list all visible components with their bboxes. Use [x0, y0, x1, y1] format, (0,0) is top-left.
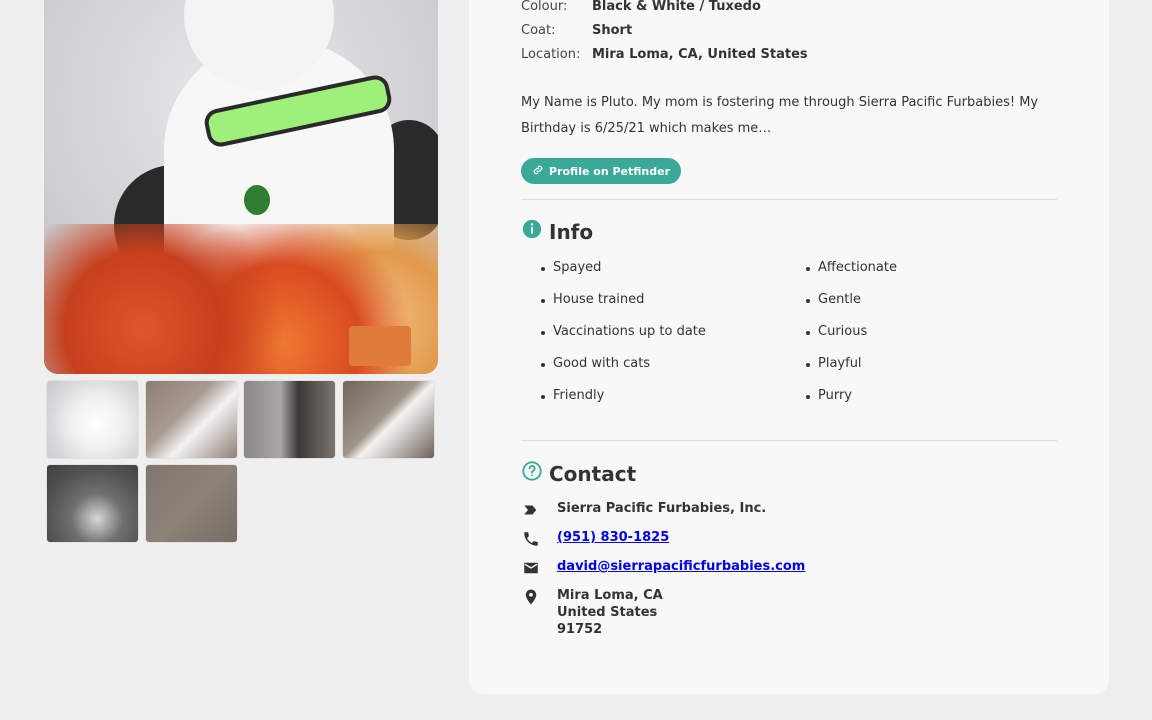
contact-heading: Contact [521, 460, 636, 487]
address-line: Mira Loma, CA [557, 588, 663, 603]
thumbnail-5[interactable] [47, 465, 138, 542]
divider [521, 440, 1057, 441]
attribute-value: Mira Loma, CA, United States [592, 46, 808, 62]
main-pet-photo [44, 0, 438, 374]
contact-title: Contact [549, 461, 637, 486]
attribute-label: Location: [521, 46, 581, 62]
organization-name: Sierra Pacific Furbabies, Inc. [557, 501, 767, 516]
info-item: Gentle [806, 292, 861, 307]
info-item: House trained [541, 292, 644, 307]
link-icon [532, 164, 544, 179]
attribute-label: Coat: [521, 22, 556, 38]
attribute-row: Coat: Short [521, 18, 1081, 42]
info-item: Purry [806, 388, 852, 403]
pet-description: My Name is Pluto. My mom is fostering me… [521, 95, 1039, 136]
info-heading: Info [521, 218, 593, 245]
attribute-value: Short [592, 22, 633, 38]
petfinder-profile-label: Profile on Petfinder [549, 164, 670, 178]
email-link[interactable]: david@sierrapacificfurbabies.com [557, 558, 805, 575]
info-icon [521, 218, 543, 245]
phone-link[interactable]: (951) 830-1825 [557, 529, 669, 546]
info-title: Info [549, 219, 594, 244]
thumbnail-4[interactable] [343, 381, 434, 458]
phone-icon [521, 529, 541, 549]
pet-details-card: Colour: Black & White / Tuxedo Coat: Sho… [469, 0, 1109, 694]
info-item: Vaccinations up to date [541, 324, 706, 339]
thumbnail-2[interactable] [146, 381, 237, 458]
attribute-row: Colour: Black & White / Tuxedo [521, 0, 1081, 18]
location-pin-icon [521, 587, 541, 607]
info-item: Affectionate [806, 260, 897, 275]
petfinder-profile-button[interactable]: Profile on Petfinder [521, 158, 681, 184]
label-tag-icon [521, 500, 541, 520]
address-line: 91752 [557, 622, 603, 637]
divider [521, 199, 1057, 200]
info-item: Spayed [541, 260, 601, 275]
thumbnail-6[interactable] [146, 465, 237, 542]
attribute-value: Black & White / Tuxedo [592, 0, 761, 14]
contact-organization: Sierra Pacific Furbabies, Inc. [521, 500, 766, 520]
address-block: Mira Loma, CA United States 91752 [557, 587, 663, 638]
pet-attributes: Colour: Black & White / Tuxedo Coat: Sho… [521, 0, 1081, 66]
contact-address: Mira Loma, CA United States 91752 [521, 587, 663, 638]
mail-icon [521, 558, 541, 578]
info-item: Good with cats [541, 356, 650, 371]
contact-email: david@sierrapacificfurbabies.com [521, 558, 805, 578]
info-item: Playful [806, 356, 862, 371]
attribute-row: Location: Mira Loma, CA, United States [521, 42, 1081, 66]
question-circle-icon [521, 460, 543, 487]
thumbnail-1[interactable] [47, 381, 138, 458]
contact-phone: (951) 830-1825 [521, 529, 669, 549]
thumbnail-3[interactable] [244, 381, 335, 458]
attribute-label: Colour: [521, 0, 568, 14]
info-item: Curious [806, 324, 867, 339]
address-line: United States [557, 605, 658, 620]
info-item: Friendly [541, 388, 604, 403]
